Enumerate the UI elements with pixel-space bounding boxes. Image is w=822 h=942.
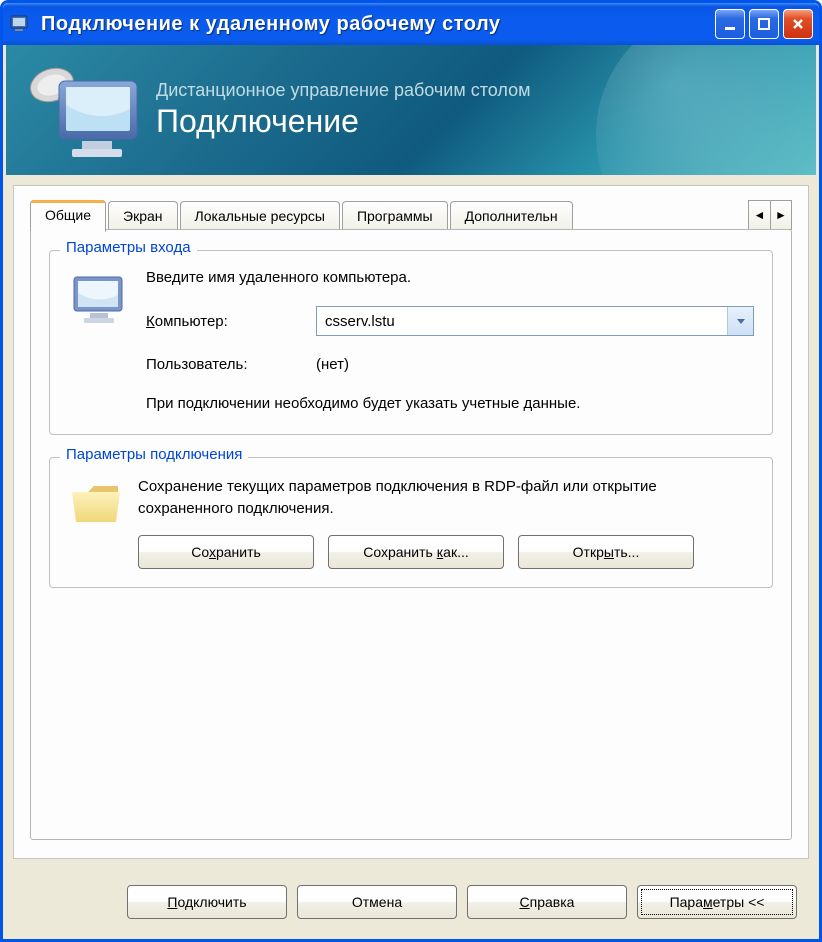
computer-combo[interactable] (316, 306, 754, 336)
user-label: Пользователь: (146, 356, 316, 373)
rdp-window: Подключение к удаленному рабочему столу (0, 0, 822, 942)
tab-scroll-right[interactable]: ► (770, 200, 792, 230)
connect-button[interactable]: Подключить (127, 885, 287, 919)
tab-screen[interactable]: Экран (108, 201, 178, 230)
titlebar: Подключение к удаленному рабочему столу (3, 3, 819, 45)
save-button[interactable]: Сохранить (138, 535, 314, 569)
login-groupbox: Параметры входа Введите имя удаленного к… (49, 250, 773, 435)
tab-panel: Параметры входа Введите имя удаленного к… (30, 229, 792, 840)
open-button[interactable]: Открыть... (518, 535, 694, 569)
login-group-title: Параметры входа (60, 239, 197, 256)
banner-title: Подключение (156, 103, 530, 140)
connection-text: Сохранение текущих параметров подключени… (138, 476, 754, 521)
options-button[interactable]: Параметры << (637, 885, 797, 919)
help-button[interactable]: Справка (467, 885, 627, 919)
tab-programs[interactable]: Программы (342, 201, 448, 230)
tab-general[interactable]: Общие (30, 200, 106, 232)
app-icon (9, 12, 33, 36)
login-instruction: Введите имя удаленного компьютера. (146, 269, 754, 286)
banner-computer-icon (24, 55, 144, 165)
maximize-button[interactable] (749, 9, 779, 39)
computer-label: Компьютер: (146, 313, 316, 330)
computer-dropdown-button[interactable] (727, 307, 753, 335)
content-area: Общие Экран Локальные ресурсы Программы … (13, 185, 809, 859)
connection-group-title: Параметры подключения (60, 446, 248, 463)
tab-advanced[interactable]: Дополнительн (450, 201, 573, 230)
tab-scroll-left[interactable]: ◄ (748, 200, 770, 230)
banner: Дистанционное управление рабочим столом … (6, 45, 816, 175)
window-title: Подключение к удаленному рабочему столу (41, 13, 715, 36)
tab-row: Общие Экран Локальные ресурсы Программы … (30, 200, 792, 230)
save-as-button[interactable]: Сохранить как... (328, 535, 504, 569)
title-buttons (715, 9, 813, 39)
cancel-button[interactable]: Отмена (297, 885, 457, 919)
tab-scroll: ◄ ► (748, 200, 792, 230)
minimize-button[interactable] (715, 9, 745, 39)
computer-icon (68, 273, 132, 327)
folder-icon (68, 480, 124, 528)
user-value: (нет) (316, 356, 349, 373)
banner-subtitle: Дистанционное управление рабочим столом (156, 80, 530, 101)
computer-input[interactable] (317, 307, 727, 335)
connection-groupbox: Параметры подключения (49, 457, 773, 588)
close-button[interactable] (783, 9, 813, 39)
banner-text: Дистанционное управление рабочим столом … (156, 80, 530, 140)
tab-local-resources[interactable]: Локальные ресурсы (180, 201, 340, 230)
login-note: При подключении необходимо будет указать… (146, 393, 754, 416)
footer: Подключить Отмена Справка Параметры << (3, 869, 819, 939)
